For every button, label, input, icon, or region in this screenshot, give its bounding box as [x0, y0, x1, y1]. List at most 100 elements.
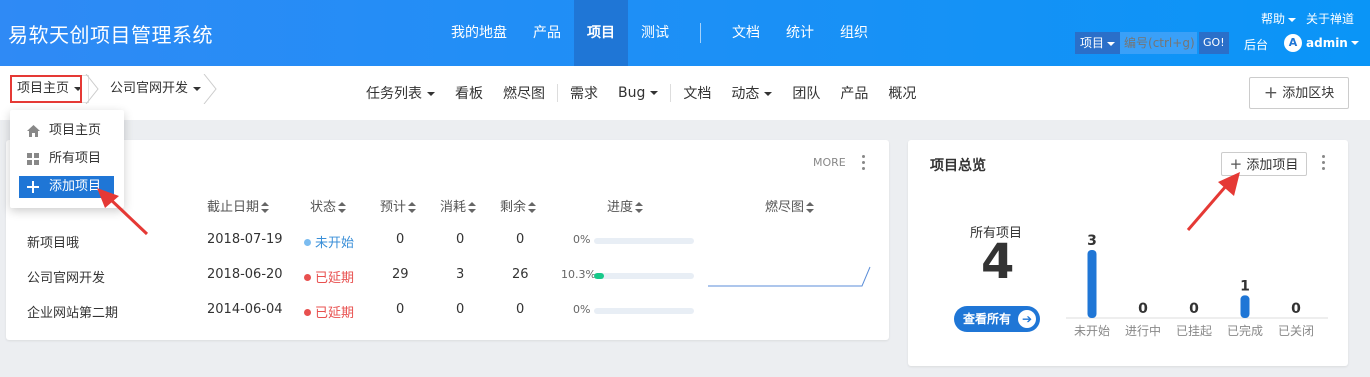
- chart-bar: [1087, 250, 1097, 318]
- col-left-label: 剩余: [500, 200, 527, 215]
- table-row[interactable]: 企业网站第二期 2014-06-04 已延期 0 0 0 0%: [6, 293, 889, 327]
- col-status-label: 状态: [310, 200, 337, 215]
- sort-icon: [635, 202, 644, 213]
- project-sub-nav: 任务列表 看板 燃尽图 需求 Bug 文档 动态 团队 产品 概况: [356, 66, 926, 120]
- nav-item-stat[interactable]: 统计: [773, 0, 827, 66]
- chart-category-label: 进行中: [1125, 323, 1161, 338]
- admin-backstage-link[interactable]: 后台: [1244, 36, 1268, 53]
- col-deadline-label: 截止日期: [207, 200, 260, 215]
- add-project-label: 添加项目: [1246, 158, 1299, 173]
- nav-item-project[interactable]: 项目: [574, 0, 628, 66]
- avatar: A: [1284, 34, 1302, 52]
- dropdown-item-project-home[interactable]: 项目主页: [19, 120, 114, 142]
- all-projects-count: 4: [981, 234, 1015, 290]
- burndown-sparkline: [708, 266, 871, 287]
- project-name-link[interactable]: 公司官网开发: [27, 267, 105, 286]
- progress-percent: 0%: [573, 303, 591, 316]
- more-link[interactable]: MORE: [813, 156, 846, 169]
- status-label: 已延期: [315, 306, 355, 321]
- col-estimate[interactable]: 预计: [380, 196, 417, 215]
- chart-value-label: 0: [1189, 301, 1199, 317]
- consumed-cell: 3: [456, 267, 465, 282]
- more-vertical-icon[interactable]: [862, 155, 866, 173]
- col-status[interactable]: 状态: [310, 196, 347, 215]
- subnav-divider: [670, 84, 672, 102]
- nav-item-org[interactable]: 组织: [827, 0, 881, 66]
- arrow-right-icon: ➔: [1018, 310, 1036, 328]
- nav-item-doc[interactable]: 文档: [719, 0, 773, 66]
- chevron-down-icon: [1287, 17, 1296, 22]
- dropdown-add-label: 添加项目: [49, 179, 102, 194]
- deadline-cell: 2018-06-20: [207, 267, 283, 282]
- nav-divider: [700, 23, 701, 43]
- project-name-link[interactable]: 新项目哦: [27, 232, 79, 251]
- top-header: 易软天创项目管理系统 我的地盘 产品 项目 测试 文档 统计 组织 帮助 关于禅…: [0, 0, 1370, 66]
- panel-title: 项目总览: [930, 158, 986, 174]
- project-overview-panel: 项目总览 + 添加项目 所有项目 4 查看所有 ➔ 3 未开始 0 进行中 0 已挂起 1 已…: [908, 140, 1348, 366]
- col-consumed[interactable]: 消耗: [440, 196, 477, 215]
- sort-icon: [528, 202, 537, 213]
- col-left[interactable]: 剩余: [500, 196, 537, 215]
- breadcrumb-project-label: 公司官网开发: [110, 81, 189, 96]
- dropdown-home-label: 项目主页: [49, 123, 102, 138]
- project-name-link[interactable]: 企业网站第二期: [27, 302, 118, 321]
- table-row[interactable]: 公司官网开发 2018-06-20 已延期 29 3 26 10.3%: [6, 258, 889, 292]
- progress-percent: 0%: [573, 233, 591, 246]
- status-dot: [304, 309, 311, 316]
- col-deadline[interactable]: 截止日期: [207, 196, 270, 215]
- project-status-chart: 3 未开始 0 进行中 0 已挂起 1 已完成 0 已关闭: [1066, 233, 1328, 338]
- subnav-team[interactable]: 团队: [782, 83, 830, 103]
- col-consumed-label: 消耗: [440, 200, 467, 215]
- nav-item-my[interactable]: 我的地盘: [438, 0, 520, 66]
- search-box: 项目 GO!: [1075, 32, 1229, 54]
- view-all-button[interactable]: 查看所有 ➔: [954, 306, 1040, 332]
- estimate-cell: 0: [396, 302, 405, 317]
- status-dot: [304, 274, 311, 281]
- search-input[interactable]: [1120, 32, 1198, 54]
- status-label: 未开始: [315, 236, 355, 251]
- left-cell: 26: [512, 267, 529, 282]
- subnav-product[interactable]: 产品: [830, 83, 878, 103]
- project-list-panel: MORE 截止日期 状态 预计 消耗 剩余 进度 燃尽图 新项目哦 2018-0…: [6, 140, 889, 340]
- subnav-dynamic-label: 动态: [731, 86, 760, 102]
- help-menu[interactable]: 帮助: [1261, 10, 1296, 27]
- about-link[interactable]: 关于禅道: [1306, 10, 1354, 27]
- subnav-divider: [557, 84, 558, 102]
- subnav-dynamic[interactable]: 动态: [721, 83, 782, 103]
- subnav-doc[interactable]: 文档: [673, 83, 721, 103]
- col-progress[interactable]: 进度: [607, 196, 644, 215]
- sub-nav: 项目主页 公司官网开发 任务列表 看板 燃尽图 需求 Bug 文档 动态 团队 …: [0, 66, 1370, 120]
- status-badge: 未开始: [304, 232, 354, 251]
- subnav-task-list[interactable]: 任务列表: [356, 83, 445, 103]
- subnav-burndown[interactable]: 燃尽图: [493, 83, 555, 103]
- main-nav: 我的地盘 产品 项目 测试 文档 统计 组织: [438, 0, 881, 66]
- subnav-overview[interactable]: 概况: [878, 83, 926, 103]
- progress-bar: [594, 238, 694, 244]
- chevron-down-icon: [1350, 41, 1359, 45]
- dropdown-item-add-project[interactable]: 添加项目: [19, 176, 114, 198]
- nav-item-product[interactable]: 产品: [520, 0, 574, 66]
- user-menu[interactable]: A admin: [1284, 34, 1359, 52]
- breadcrumb-current-project[interactable]: 公司官网开发: [100, 75, 202, 103]
- col-estimate-label: 预计: [380, 200, 407, 215]
- project-home-dropdown: 项目主页 所有项目 添加项目: [10, 110, 124, 208]
- dropdown-item-all-projects[interactable]: 所有项目: [19, 148, 114, 170]
- subnav-task-list-label: 任务列表: [366, 86, 422, 102]
- add-project-button[interactable]: + 添加项目: [1221, 152, 1307, 176]
- chart-category-label: 已完成: [1227, 323, 1263, 338]
- subnav-story[interactable]: 需求: [560, 83, 608, 103]
- more-vertical-icon[interactable]: [1322, 155, 1326, 173]
- sort-icon: [261, 202, 270, 213]
- search-type-select[interactable]: 项目: [1075, 32, 1121, 54]
- add-block-button[interactable]: + 添加区块: [1249, 77, 1349, 109]
- user-name: admin: [1306, 36, 1348, 50]
- nav-item-test[interactable]: 测试: [628, 0, 682, 66]
- col-burndown[interactable]: 燃尽图: [765, 196, 815, 215]
- estimate-cell: 0: [396, 232, 405, 247]
- table-row[interactable]: 新项目哦 2018-07-19 未开始 0 0 0 0%: [6, 223, 889, 257]
- search-go-button[interactable]: GO!: [1199, 32, 1229, 54]
- progress-bar: [594, 273, 694, 279]
- subnav-bug[interactable]: Bug: [608, 85, 668, 101]
- subnav-kanban[interactable]: 看板: [445, 83, 493, 103]
- app-brand[interactable]: 易软天创项目管理系统: [8, 19, 213, 48]
